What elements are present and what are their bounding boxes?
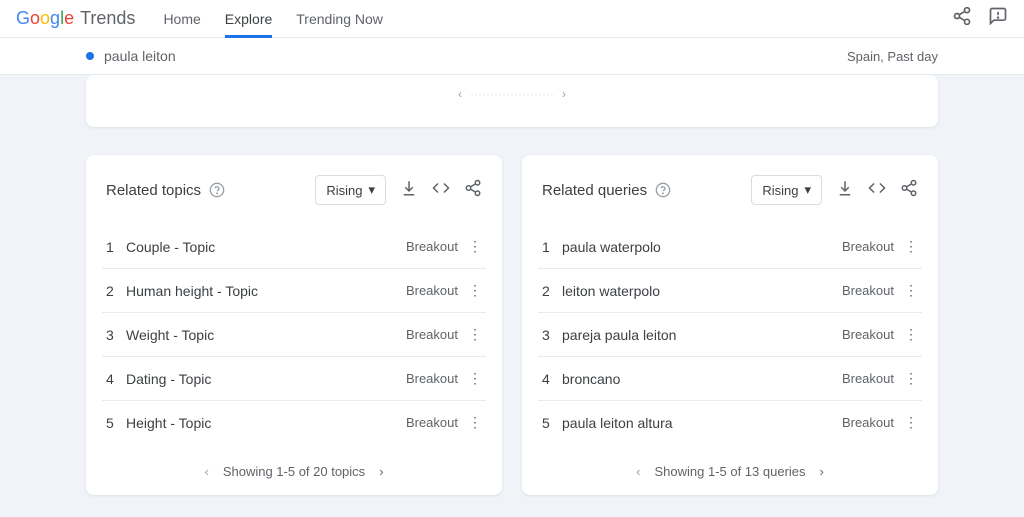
more-icon[interactable]: ⋮ [904, 282, 918, 299]
list-item[interactable]: 4broncanoBreakout⋮ [538, 357, 922, 401]
topics-sort-dropdown[interactable]: Rising ▾ [315, 175, 386, 205]
breadcrumb: Spain, Past day [847, 49, 938, 64]
queries-list: 1paula waterpoloBreakout⋮ 2leiton waterp… [538, 225, 922, 444]
search-term[interactable]: paula leiton [86, 48, 176, 64]
cards-row: Related topics Rising ▾ [0, 155, 1024, 495]
chevron-left-icon[interactable]: ‹ [458, 87, 462, 101]
nav-home[interactable]: Home [163, 1, 200, 37]
share-icon[interactable] [900, 179, 918, 202]
search-term-text: paula leiton [104, 48, 176, 64]
dropdown-label: Rising [326, 183, 362, 198]
more-icon[interactable]: ⋮ [468, 370, 482, 387]
header-right [952, 6, 1008, 31]
nav: Home Explore Trending Now [163, 1, 382, 37]
share-icon[interactable] [464, 179, 482, 202]
topics-header: Related topics Rising ▾ [102, 175, 486, 205]
chevron-left-icon[interactable]: ‹ [636, 464, 640, 479]
queries-title-text: Related queries [542, 182, 647, 199]
list-item[interactable]: 4Dating - TopicBreakout⋮ [102, 357, 486, 401]
chevron-right-icon[interactable]: › [379, 464, 383, 479]
more-icon[interactable]: ⋮ [468, 414, 482, 431]
feedback-icon[interactable] [988, 6, 1008, 31]
topics-list: 1Couple - TopicBreakout⋮ 2Human height -… [102, 225, 486, 444]
queries-header: Related queries Rising ▾ [538, 175, 922, 205]
list-item[interactable]: 1paula waterpoloBreakout⋮ [538, 225, 922, 269]
list-item[interactable]: 3pareja paula leitonBreakout⋮ [538, 313, 922, 357]
chevron-right-icon[interactable]: › [820, 464, 824, 479]
more-icon[interactable]: ⋮ [904, 238, 918, 255]
list-item[interactable]: 5Height - TopicBreakout⋮ [102, 401, 486, 444]
embed-icon[interactable] [432, 179, 450, 202]
search-dot-icon [86, 52, 94, 60]
queries-sort-dropdown[interactable]: Rising ▾ [751, 175, 822, 205]
list-item[interactable]: 1Couple - TopicBreakout⋮ [102, 225, 486, 269]
embed-icon[interactable] [868, 179, 886, 202]
topics-controls: Rising ▾ [315, 175, 482, 205]
chevron-left-icon[interactable]: ‹ [204, 464, 208, 479]
list-item[interactable]: 3Weight - TopicBreakout⋮ [102, 313, 486, 357]
nav-explore[interactable]: Explore [225, 1, 272, 37]
help-icon[interactable] [209, 182, 225, 198]
content: ‹ ····················· › [0, 75, 1024, 127]
topics-title-text: Related topics [106, 182, 201, 199]
dropdown-label: Rising [762, 183, 798, 198]
help-icon[interactable] [655, 182, 671, 198]
share-icon[interactable] [952, 6, 972, 31]
queries-controls: Rising ▾ [751, 175, 918, 205]
trends-label: Trends [80, 8, 135, 29]
related-topics-card: Related topics Rising ▾ [86, 155, 502, 495]
topics-pagination: ‹ Showing 1-5 of 20 topics › [102, 464, 486, 479]
download-icon[interactable] [836, 179, 854, 202]
queries-title: Related queries [542, 182, 671, 199]
preview-card: ‹ ····················· › [86, 75, 938, 127]
preview-nav: ‹ ····················· › [106, 87, 918, 101]
more-icon[interactable]: ⋮ [468, 282, 482, 299]
more-icon[interactable]: ⋮ [904, 370, 918, 387]
pagination-text: Showing 1-5 of 13 queries [654, 464, 805, 479]
header-left: Google Trends Home Explore Trending Now [16, 1, 383, 37]
preview-text: ····················· [470, 87, 554, 101]
caret-down-icon: ▾ [368, 182, 375, 198]
topics-title: Related topics [106, 182, 225, 199]
chevron-right-icon[interactable]: › [562, 87, 566, 101]
more-icon[interactable]: ⋮ [904, 414, 918, 431]
list-item[interactable]: 2Human height - TopicBreakout⋮ [102, 269, 486, 313]
logo[interactable]: Google Trends [16, 8, 135, 29]
more-icon[interactable]: ⋮ [468, 238, 482, 255]
related-queries-card: Related queries Rising ▾ [522, 155, 938, 495]
queries-pagination: ‹ Showing 1-5 of 13 queries › [538, 464, 922, 479]
header-bar: Google Trends Home Explore Trending Now [0, 0, 1024, 38]
subheader: paula leiton Spain, Past day [0, 38, 1024, 75]
caret-down-icon: ▾ [804, 182, 811, 198]
pagination-text: Showing 1-5 of 20 topics [223, 464, 365, 479]
google-logo-text: Google [16, 8, 74, 29]
download-icon[interactable] [400, 179, 418, 202]
nav-trending[interactable]: Trending Now [296, 1, 383, 37]
more-icon[interactable]: ⋮ [468, 326, 482, 343]
list-item[interactable]: 2leiton waterpoloBreakout⋮ [538, 269, 922, 313]
list-item[interactable]: 5paula leiton alturaBreakout⋮ [538, 401, 922, 444]
more-icon[interactable]: ⋮ [904, 326, 918, 343]
